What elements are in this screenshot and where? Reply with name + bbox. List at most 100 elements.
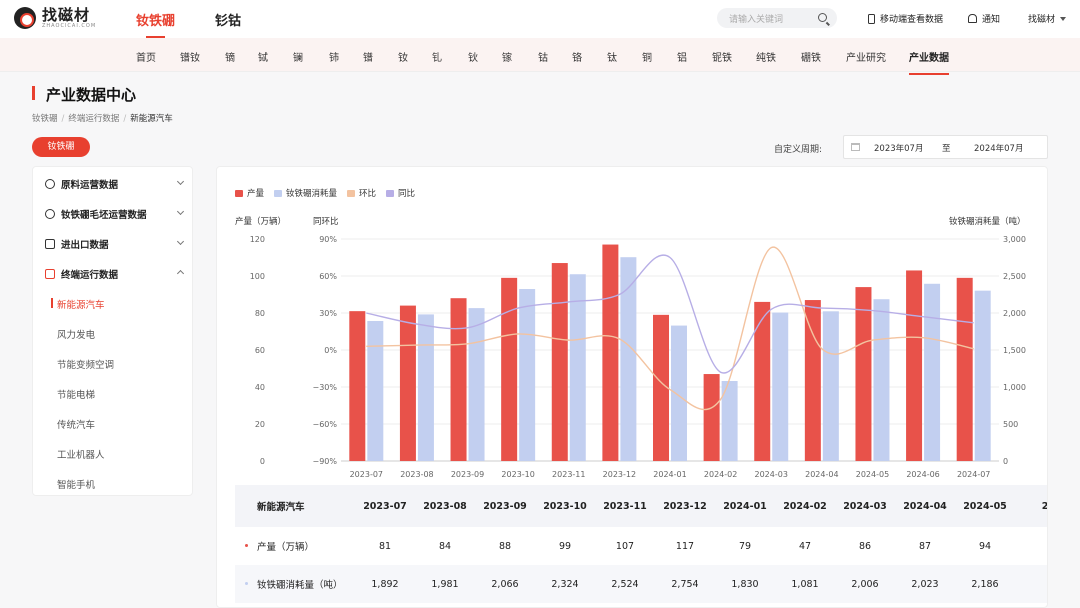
transfer-icon bbox=[45, 239, 55, 249]
breadcrumb-item[interactable]: 终端运行数据 bbox=[68, 114, 119, 124]
sidebar-group-terminal[interactable]: 终端运行数据 bbox=[45, 267, 185, 281]
page-title: 产业数据中心 bbox=[46, 86, 137, 104]
table-cell: 99 bbox=[558, 540, 572, 552]
material-button[interactable]: 钕铁硼 bbox=[32, 137, 90, 157]
nav-item[interactable]: 钴 bbox=[538, 49, 548, 64]
nav-item[interactable]: 纯铁 bbox=[756, 49, 776, 64]
row-label: 产量（万辆） bbox=[257, 542, 315, 553]
sidebar-item-wind[interactable]: 风力发电 bbox=[57, 327, 95, 341]
nav-item[interactable]: 铌铁 bbox=[712, 49, 732, 64]
output-bar bbox=[804, 300, 821, 461]
chevron-down-icon bbox=[176, 177, 185, 186]
nav-item[interactable]: 钆 bbox=[432, 49, 442, 64]
sidebar-group-label: 原料运营数据 bbox=[61, 180, 119, 191]
nav-item[interactable]: 钛 bbox=[607, 49, 617, 64]
table-cell: 86 bbox=[858, 540, 872, 552]
target-icon bbox=[45, 209, 55, 219]
user-menu[interactable]: 找磁材 bbox=[1028, 12, 1067, 25]
logo-icon bbox=[14, 7, 36, 29]
legend-yoy[interactable]: 同比 bbox=[386, 187, 415, 199]
nav-item[interactable]: 铝 bbox=[677, 49, 687, 64]
search-box[interactable]: 请输入关键词 bbox=[717, 8, 837, 28]
table-cell: 2,524 bbox=[611, 578, 639, 590]
left-tick-label: 100 bbox=[250, 272, 265, 281]
right-tick-label: 1,000 bbox=[1003, 383, 1026, 392]
period-end[interactable]: 2024年07月 bbox=[974, 142, 1023, 154]
nav-item[interactable]: 镓 bbox=[502, 49, 512, 64]
table-header-cell: 2023-10 bbox=[543, 500, 587, 512]
nav-item[interactable]: 钕 bbox=[398, 49, 408, 64]
sidebar-group-blank[interactable]: 钕铁硼毛坯运营数据 bbox=[45, 207, 185, 221]
row-label: 钕铁硼消耗量（吨） bbox=[257, 580, 343, 591]
nav-item[interactable]: 铬 bbox=[572, 49, 582, 64]
breadcrumb-current: 新能源汽车 bbox=[130, 114, 173, 124]
table-cell: 81 bbox=[378, 540, 392, 552]
sidebar-group-import-export[interactable]: 进出口数据 bbox=[45, 237, 185, 251]
nav-item[interactable]: 铈 bbox=[329, 49, 339, 64]
sidebar-item-elevator[interactable]: 节能电梯 bbox=[57, 387, 95, 401]
calendar-icon bbox=[851, 143, 860, 151]
table-cell: 2,324 bbox=[551, 578, 579, 590]
period-start[interactable]: 2023年07月 bbox=[874, 142, 923, 154]
terminal-icon bbox=[45, 269, 55, 279]
sidebar-item-phone[interactable]: 智能手机 bbox=[57, 477, 95, 491]
sidebar-group-label: 进出口数据 bbox=[61, 240, 109, 251]
nav-item[interactable]: 铽 bbox=[258, 49, 268, 64]
tab-ndfeb[interactable]: 钕铁硼 bbox=[136, 10, 175, 38]
search-input[interactable]: 请输入关键词 bbox=[729, 12, 783, 25]
search-icon[interactable] bbox=[818, 13, 827, 22]
bell-icon bbox=[968, 14, 977, 23]
left-tick-label: 0 bbox=[260, 457, 265, 466]
right-tick-label: 1,500 bbox=[1003, 346, 1026, 355]
sidebar-item-robot[interactable]: 工业机器人 bbox=[57, 447, 105, 461]
nav-item[interactable]: 产业研究 bbox=[846, 49, 886, 64]
right-tick-label: 2,000 bbox=[1003, 309, 1026, 318]
legend-mom[interactable]: 环比 bbox=[347, 187, 376, 199]
date-range-picker[interactable]: 2023年07月 至 2024年07月 bbox=[843, 135, 1048, 159]
pct-tick-label: 60% bbox=[319, 272, 337, 281]
table-cell: 84 bbox=[438, 540, 452, 552]
legend-consumption[interactable]: 钕铁硼消耗量 bbox=[274, 187, 337, 199]
breadcrumb-item[interactable]: 钕铁硼 bbox=[32, 114, 58, 124]
nav-item[interactable]: 镝 bbox=[225, 49, 235, 64]
nav-item[interactable]: 产业数据 bbox=[909, 49, 949, 75]
pct-tick-label: −60% bbox=[313, 420, 338, 429]
legend-output[interactable]: 产量 bbox=[235, 187, 264, 199]
mobile-view-link[interactable]: 移动端查看数据 bbox=[868, 12, 943, 25]
table-header-cell: 2024-04 bbox=[903, 500, 947, 512]
category-nav: 首页 镨钕镝铽镧铈镨钕钆钬镓钴铬钛铜铝铌铁 纯铁 硼铁 产业研究 产业数据 bbox=[0, 38, 1080, 75]
output-bar bbox=[602, 244, 619, 461]
table-cell: 79 bbox=[738, 540, 752, 552]
x-tick-label: 2024-03 bbox=[755, 470, 788, 479]
pct-tick-label: 30% bbox=[319, 309, 337, 318]
nav-item[interactable]: 硼铁 bbox=[801, 49, 821, 64]
row-bullet bbox=[245, 544, 248, 547]
user-name: 找磁材 bbox=[1028, 15, 1056, 25]
sidebar-item-ac[interactable]: 节能变频空调 bbox=[57, 357, 114, 371]
consumption-bar bbox=[974, 290, 991, 461]
nav-item[interactable]: 镨钕 bbox=[180, 49, 200, 64]
output-bar bbox=[906, 270, 923, 461]
sidebar-item-traditional-car[interactable]: 传统汽车 bbox=[57, 417, 95, 431]
table-row: 钕铁硼消耗量（吨） 1,892 1,981 2,066 2,324 2,524 2,754 1… bbox=[235, 565, 1047, 603]
gauge-icon bbox=[45, 179, 55, 189]
nav-item[interactable]: 镨 bbox=[363, 49, 373, 64]
site-logo[interactable]: 找磁材 ZHAOCICAI.COM bbox=[14, 7, 96, 29]
left-axis-title: 产量（万辆） bbox=[235, 217, 287, 227]
nav-item[interactable]: 镧 bbox=[293, 49, 303, 64]
production-chart: 120 100 80 60 40 20 0 90% 60% 30% 0% −30% −60% −90% 3,… bbox=[250, 235, 1026, 479]
nav-item[interactable]: 铜 bbox=[642, 49, 652, 64]
x-tick-label: 2023-07 bbox=[350, 470, 383, 479]
table-cell: 1,081 bbox=[791, 578, 819, 590]
tab-smco[interactable]: 钐钴 bbox=[215, 10, 241, 29]
sidebar-item-nev[interactable]: 新能源汽车 bbox=[51, 297, 105, 311]
sidebar-group-raw-material[interactable]: 原料运营数据 bbox=[45, 177, 185, 191]
right-tick-label: 0 bbox=[1003, 457, 1008, 466]
table-header-cell: 2 bbox=[1041, 500, 1048, 512]
nav-item[interactable]: 首页 bbox=[136, 49, 156, 64]
nav-item[interactable]: 钬 bbox=[468, 49, 478, 64]
x-tick-label: 2024-06 bbox=[906, 470, 939, 479]
left-tick-label: 80 bbox=[255, 309, 265, 318]
notification-link[interactable]: 通知 bbox=[968, 12, 1000, 25]
consumption-bar bbox=[519, 289, 536, 461]
